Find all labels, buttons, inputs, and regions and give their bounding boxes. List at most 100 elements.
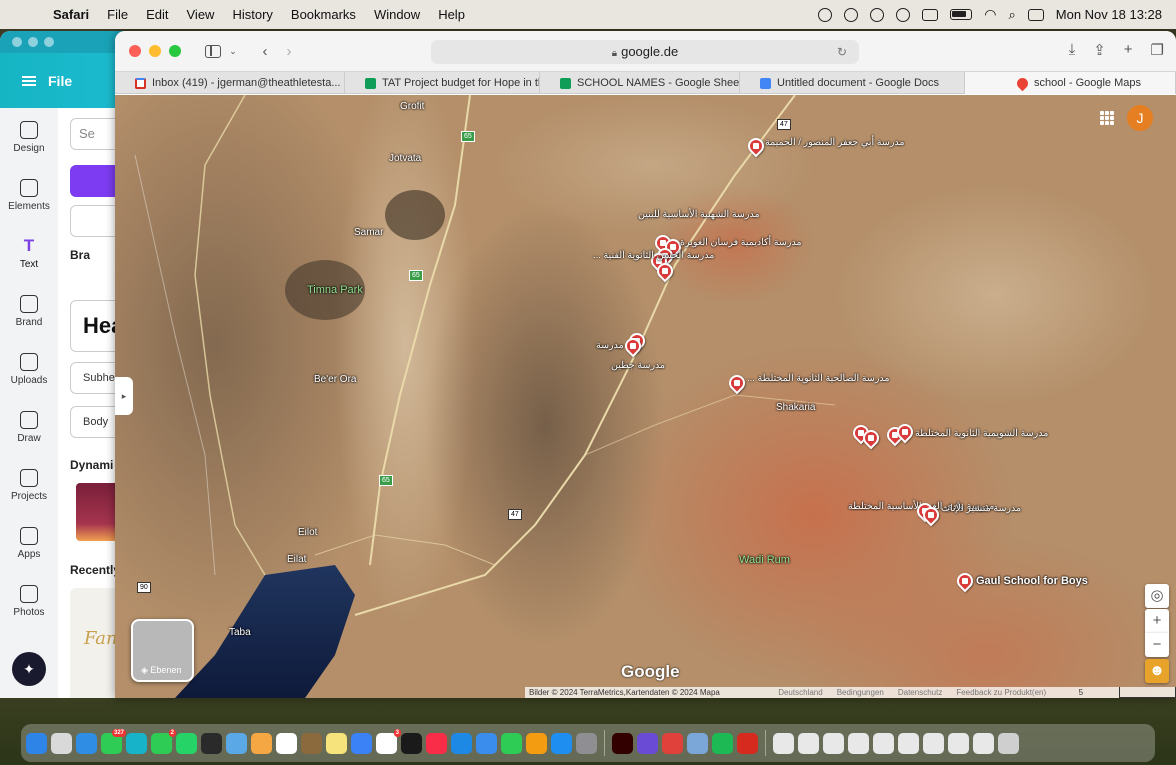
school-label[interactable]: مدرسة الشهيبة الأساسية للبنين bbox=[638, 209, 760, 220]
dock-safari-icon[interactable] bbox=[76, 732, 97, 754]
scale-bar[interactable] bbox=[1119, 687, 1176, 698]
menu-help[interactable]: Help bbox=[429, 7, 474, 22]
dock-freeform-icon[interactable] bbox=[351, 732, 372, 754]
tab-overview-icon[interactable]: ❐ bbox=[1151, 41, 1164, 59]
footer-link-privacy[interactable]: Datenschutz bbox=[898, 687, 942, 698]
tab-google-maps[interactable]: school - Google Maps bbox=[965, 72, 1176, 94]
dock-photos-icon[interactable] bbox=[251, 732, 272, 754]
dock-recent-window-thumbnail[interactable] bbox=[923, 732, 944, 754]
sidebar-toggle-icon[interactable] bbox=[205, 44, 221, 58]
place-label-shakaria[interactable]: Shakaria bbox=[776, 402, 815, 413]
dock-creative-cloud-icon[interactable] bbox=[662, 732, 683, 754]
dock-notes2-icon[interactable] bbox=[326, 732, 347, 754]
dock-recent-window-thumbnail[interactable] bbox=[848, 732, 869, 754]
expand-panel-icon[interactable]: ▸ bbox=[115, 377, 133, 415]
place-label-eilot[interactable]: Eilot bbox=[298, 527, 317, 538]
dock-notes-icon[interactable] bbox=[301, 732, 322, 754]
chevron-down-icon[interactable]: ⌄ bbox=[221, 46, 245, 57]
dock-messages-icon[interactable]: 327 bbox=[101, 728, 126, 754]
footer-link-feedback[interactable]: Feedback zu Produkt(en) geben bbox=[956, 687, 1064, 698]
menu-view[interactable]: View bbox=[178, 7, 224, 22]
zoom-window-button[interactable] bbox=[169, 45, 181, 57]
dock-launchpad-icon[interactable] bbox=[51, 732, 72, 754]
sidebar-item-text[interactable]: T Text bbox=[0, 224, 58, 282]
dock-whatsapp-icon[interactable] bbox=[176, 732, 197, 754]
footer-link-country[interactable]: Deutschland bbox=[778, 687, 822, 698]
dock-preview-icon[interactable] bbox=[687, 732, 708, 754]
menu-edit[interactable]: Edit bbox=[137, 7, 177, 22]
google-apps-icon[interactable] bbox=[1100, 111, 1114, 125]
minimize-window-button[interactable] bbox=[149, 45, 161, 57]
place-label-beer-ora[interactable]: Be'er Ora bbox=[314, 374, 356, 385]
back-icon[interactable]: ‹ bbox=[253, 43, 277, 60]
dock-app-store-icon[interactable] bbox=[551, 732, 572, 754]
magic-icon[interactable]: ✦ bbox=[12, 652, 46, 686]
menu-icon[interactable] bbox=[22, 75, 36, 86]
status-app-icon[interactable] bbox=[818, 7, 833, 22]
dock-music-icon[interactable] bbox=[426, 732, 447, 754]
sidebar-item-brand[interactable]: Brand bbox=[0, 282, 58, 340]
dock-spotify-icon[interactable] bbox=[712, 732, 733, 754]
school-label[interactable]: Gaul School for Boys bbox=[976, 576, 1088, 587]
dock-recent-window-thumbnail[interactable] bbox=[773, 732, 794, 754]
sidebar-item-design[interactable]: Design bbox=[0, 108, 58, 166]
new-tab-icon[interactable]: + bbox=[1124, 41, 1133, 59]
sidebar-item-apps[interactable]: Apps bbox=[0, 514, 58, 572]
place-label-eilat[interactable]: Eilat bbox=[287, 554, 306, 565]
sidebar-item-photos[interactable]: Photos bbox=[0, 572, 58, 630]
menu-bookmarks[interactable]: Bookmarks bbox=[282, 7, 365, 22]
dock-recent-window-thumbnail[interactable] bbox=[973, 732, 994, 754]
dock-imovie-icon[interactable] bbox=[637, 732, 658, 754]
school-label[interactable]: مدرسة الشويمية الثانوية المختلطة bbox=[915, 428, 1048, 439]
dock-recent-window-thumbnail[interactable] bbox=[798, 732, 819, 754]
dock-tv-icon[interactable] bbox=[401, 732, 422, 754]
dock-recent-window-thumbnail[interactable] bbox=[948, 732, 969, 754]
scale-label[interactable]: 5 km bbox=[1079, 687, 1095, 698]
canva-file-menu[interactable]: File bbox=[48, 73, 72, 89]
dock-calendar-icon[interactable] bbox=[276, 732, 297, 754]
street-view-pegman-icon[interactable]: ☻ bbox=[1145, 659, 1169, 683]
school-label[interactable]: مدرسة أبي جعفر المنصور / الحميمة bbox=[765, 137, 905, 148]
close-window-button[interactable] bbox=[129, 45, 141, 57]
school-label[interactable]: مدرسة bbox=[596, 340, 624, 351]
dock-recent-window-thumbnail[interactable] bbox=[873, 732, 894, 754]
sidebar-item-elements[interactable]: Elements bbox=[0, 166, 58, 224]
school-label[interactable]: مدرسة أكاديمية فرسان الغويرة bbox=[680, 237, 802, 248]
chatgpt-icon[interactable] bbox=[870, 7, 885, 22]
dock-settings-icon[interactable] bbox=[576, 732, 597, 754]
layers-button[interactable]: ◈ Ebenen bbox=[131, 619, 194, 682]
footer-link-terms[interactable]: Bedingungen bbox=[837, 687, 884, 698]
dock-numbers-icon[interactable] bbox=[501, 732, 522, 754]
place-label-samar[interactable]: Samar bbox=[354, 227, 383, 238]
dock-mail-icon[interactable] bbox=[476, 732, 497, 754]
screen-icon[interactable] bbox=[922, 8, 939, 21]
menu-file[interactable]: File bbox=[98, 7, 137, 22]
share-icon[interactable]: ⇪ bbox=[1093, 41, 1106, 59]
address-bar[interactable]: 🔒︎ google.de ↻ bbox=[431, 40, 859, 64]
dock-finder-icon[interactable] bbox=[26, 732, 47, 754]
control-center-icon[interactable] bbox=[1027, 8, 1044, 21]
reload-icon[interactable]: ↻ bbox=[837, 40, 847, 64]
tab-google-docs[interactable]: Untitled document - Google Docs bbox=[740, 72, 965, 94]
search-icon[interactable]: ⌕ bbox=[1008, 7, 1015, 23]
school-label[interactable]: مدرسة جطين bbox=[611, 360, 665, 371]
menu-window[interactable]: Window bbox=[365, 7, 429, 22]
place-label-timna-park[interactable]: Timna Park bbox=[307, 284, 363, 296]
download-icon[interactable]: ⤓ bbox=[1069, 41, 1076, 59]
school-label[interactable]: مدرسة الحسن الثانوية الفنية ... bbox=[593, 250, 714, 261]
creative-cloud-icon[interactable] bbox=[844, 7, 859, 22]
dock-recent-window-thumbnail[interactable] bbox=[823, 732, 844, 754]
tab-school-names[interactable]: SCHOOL NAMES - Google Sheets bbox=[540, 72, 740, 94]
place-label-wadi-rum[interactable]: Wadi Rum bbox=[739, 554, 790, 566]
dock-reminders-icon[interactable]: 3 bbox=[376, 728, 401, 754]
sidebar-item-projects[interactable]: Projects bbox=[0, 456, 58, 514]
school-label[interactable]: مدرسة الصالحية الثانوية المختلطة ... bbox=[747, 373, 890, 384]
dock-pages-icon[interactable] bbox=[526, 732, 547, 754]
dock-canva-icon[interactable] bbox=[126, 732, 147, 754]
place-label-jotvata[interactable]: Jotvata bbox=[389, 153, 421, 164]
play-icon[interactable] bbox=[896, 7, 911, 22]
battery-icon[interactable] bbox=[950, 9, 973, 20]
avatar[interactable]: J bbox=[1127, 105, 1153, 131]
dock-keynote-icon[interactable] bbox=[451, 732, 472, 754]
tab-gmail[interactable]: Inbox (419) - jgerman@theathletesta... bbox=[115, 72, 345, 94]
